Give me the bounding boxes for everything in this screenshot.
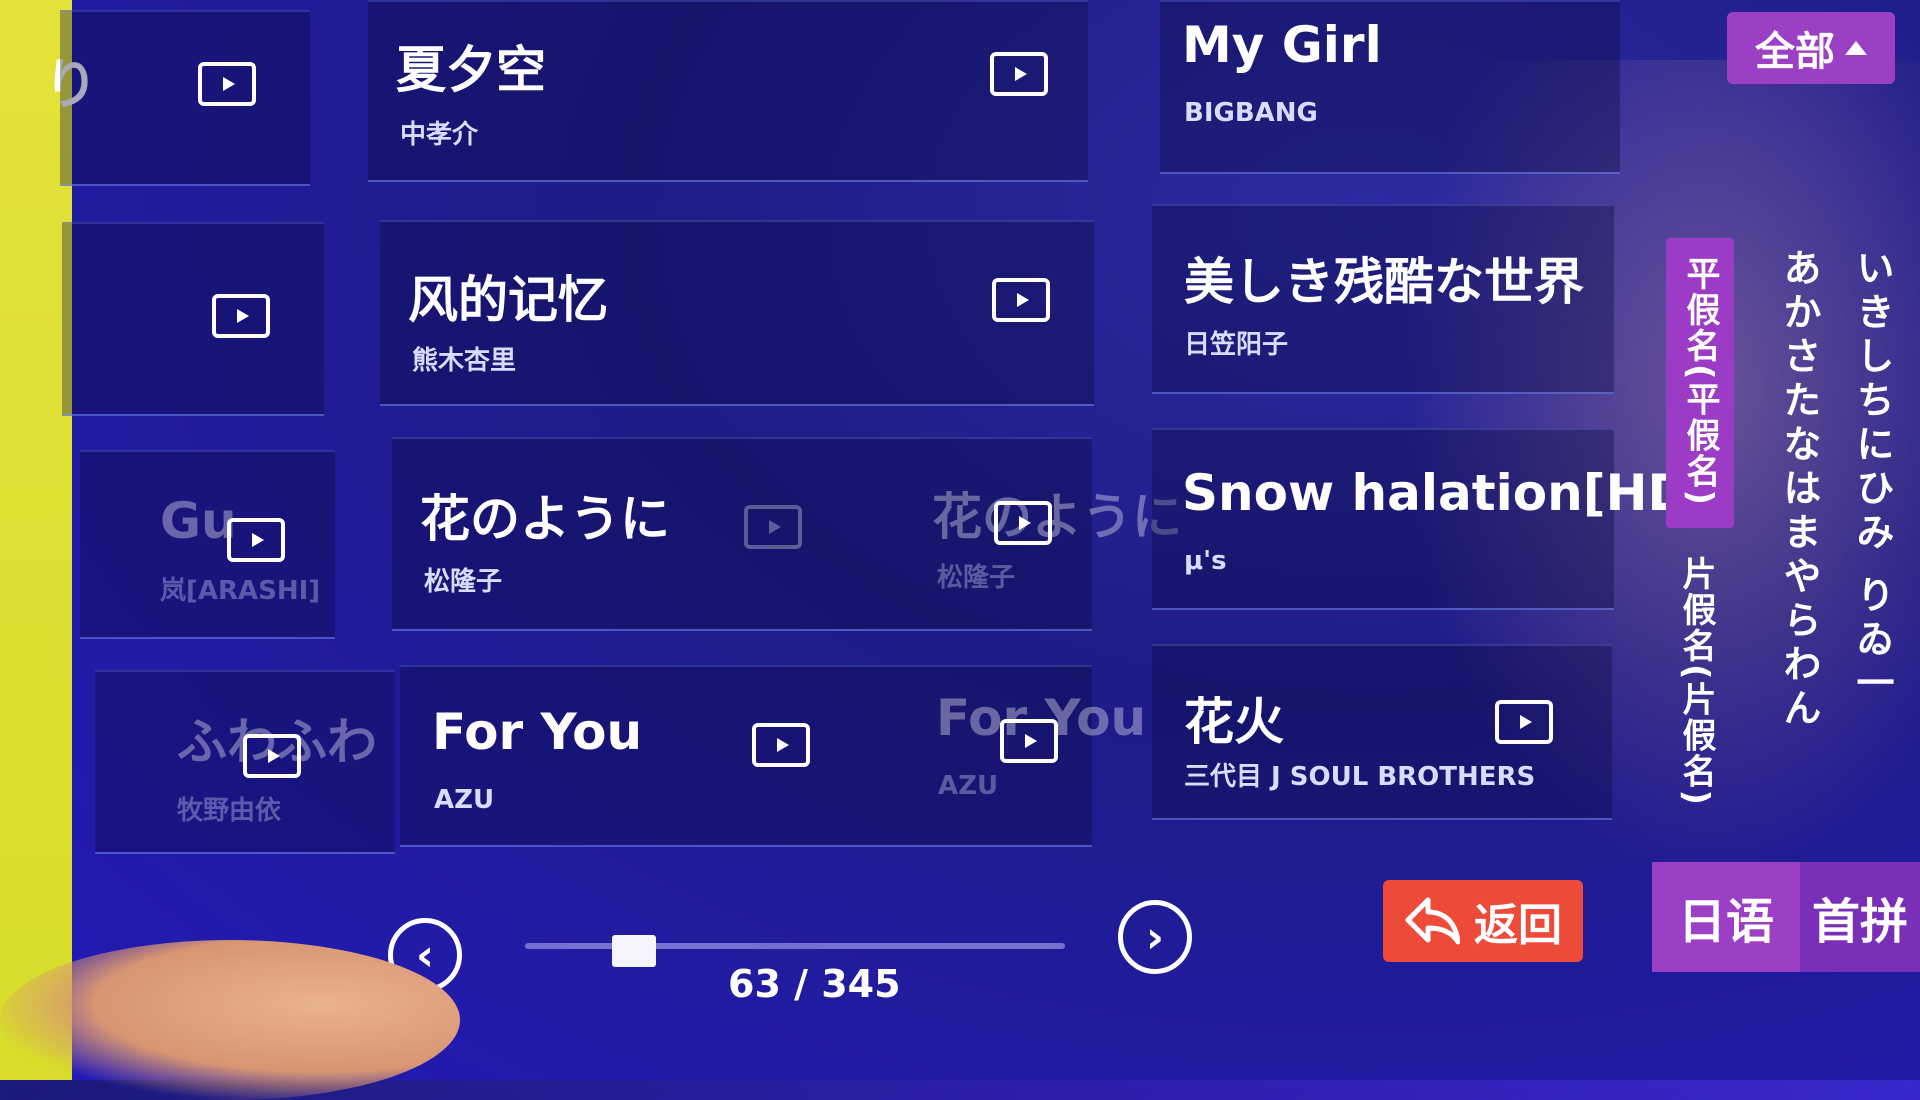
song-card[interactable]: 美しき残酷な世界 日笠阳子: [1152, 204, 1614, 394]
play-icon[interactable]: [752, 723, 810, 767]
return-arrow-icon: [1405, 897, 1460, 945]
language-tab-label: 日语: [1677, 894, 1774, 950]
hiragana-tab-label: 平假名(平假名): [1680, 256, 1720, 508]
song-title-reflection: 花のように: [932, 488, 1182, 546]
song-card[interactable]: My Girl BIGBANG: [1160, 0, 1620, 174]
song-artist: 牧野由依: [177, 796, 282, 826]
play-icon[interactable]: [243, 734, 301, 778]
page-slider-track[interactable]: [525, 943, 1065, 949]
play-icon[interactable]: [992, 278, 1050, 322]
play-icon[interactable]: [744, 505, 802, 549]
language-tab-japanese[interactable]: 日语: [1652, 862, 1800, 972]
song-artist: μ's: [1184, 546, 1227, 576]
song-title: 夏夕空: [396, 41, 546, 99]
song-title: My Girl: [1182, 16, 1382, 74]
page-slider-thumb[interactable]: [612, 935, 656, 967]
song-card[interactable]: For You AZU For You AZU: [400, 665, 1146, 847]
song-title: 花火: [1184, 693, 1284, 751]
song-title: Gu: [160, 492, 237, 550]
song-artist: 岚[ARASHI]: [160, 576, 321, 606]
song-artist: BIGBANG: [1184, 98, 1318, 128]
play-icon[interactable]: [1000, 719, 1058, 763]
chevron-left-icon: ‹: [415, 929, 435, 981]
play-icon[interactable]: [212, 294, 270, 338]
song-card[interactable]: 夏夕空 中孝介: [368, 0, 1088, 182]
katakana-tab[interactable]: 片假名(片假名): [1672, 556, 1721, 807]
song-artist: 三代目 J SOUL BROTHERS: [1184, 762, 1536, 792]
filter-all-button[interactable]: 全部: [1727, 12, 1895, 84]
song-artist-reflection: AZU: [938, 771, 999, 801]
song-card[interactable]: 风的记忆 熊木杏里: [380, 220, 1094, 406]
back-button[interactable]: 返回: [1383, 880, 1583, 962]
song-artist: 日笠阳子: [1184, 330, 1289, 360]
play-icon[interactable]: [198, 62, 256, 106]
play-icon[interactable]: [227, 518, 285, 562]
kana-index-column[interactable]: あかさたなはまやらわん: [1777, 248, 1821, 732]
song-title: 花のように: [420, 490, 670, 548]
song-card-partial[interactable]: Gu 岚[ARASHI]: [80, 450, 335, 639]
song-title: For You: [432, 703, 643, 761]
finger-overlay: [0, 940, 460, 1100]
song-artist-reflection: 松隆子: [937, 563, 1016, 593]
song-card-partial[interactable]: [60, 10, 310, 186]
hiragana-tab[interactable]: 平假名(平假名): [1666, 238, 1734, 528]
song-card[interactable]: 花火 三代目 J SOUL BROTHERS: [1152, 644, 1612, 820]
filter-all-label: 全部: [1755, 29, 1835, 75]
song-card-partial[interactable]: ふわふわ 牧野由依: [95, 670, 395, 854]
back-button-label: 返回: [1474, 900, 1562, 951]
song-artist: 熊木杏里: [412, 346, 517, 376]
song-artist: 中孝介: [400, 120, 479, 150]
play-icon[interactable]: [990, 52, 1048, 96]
song-title: 风的记忆: [408, 271, 608, 329]
song-card-partial[interactable]: [62, 222, 324, 416]
song-card[interactable]: 花のように 松隆子 花のように 松隆子: [392, 437, 1182, 631]
language-tab-initials[interactable]: 首拼: [1800, 862, 1920, 972]
song-artist: 松隆子: [424, 567, 503, 597]
chevron-right-icon: ›: [1145, 911, 1165, 963]
caret-up-icon: [1845, 41, 1867, 55]
song-card[interactable]: Snow halation[HD] μ's: [1152, 428, 1712, 610]
song-title: Snow halation[HD]: [1182, 464, 1712, 522]
play-icon[interactable]: [1495, 700, 1553, 744]
song-title: 美しき残酷な世界: [1184, 253, 1584, 311]
next-page-button[interactable]: ›: [1118, 900, 1192, 974]
play-icon[interactable]: [994, 501, 1052, 545]
language-tab-label: 首拼: [1811, 894, 1908, 950]
song-artist: AZU: [434, 785, 495, 815]
kana-index-column[interactable]: いきしちにひみ りゐ一: [1850, 248, 1894, 707]
page-indicator: 63 / 345: [728, 962, 901, 1006]
